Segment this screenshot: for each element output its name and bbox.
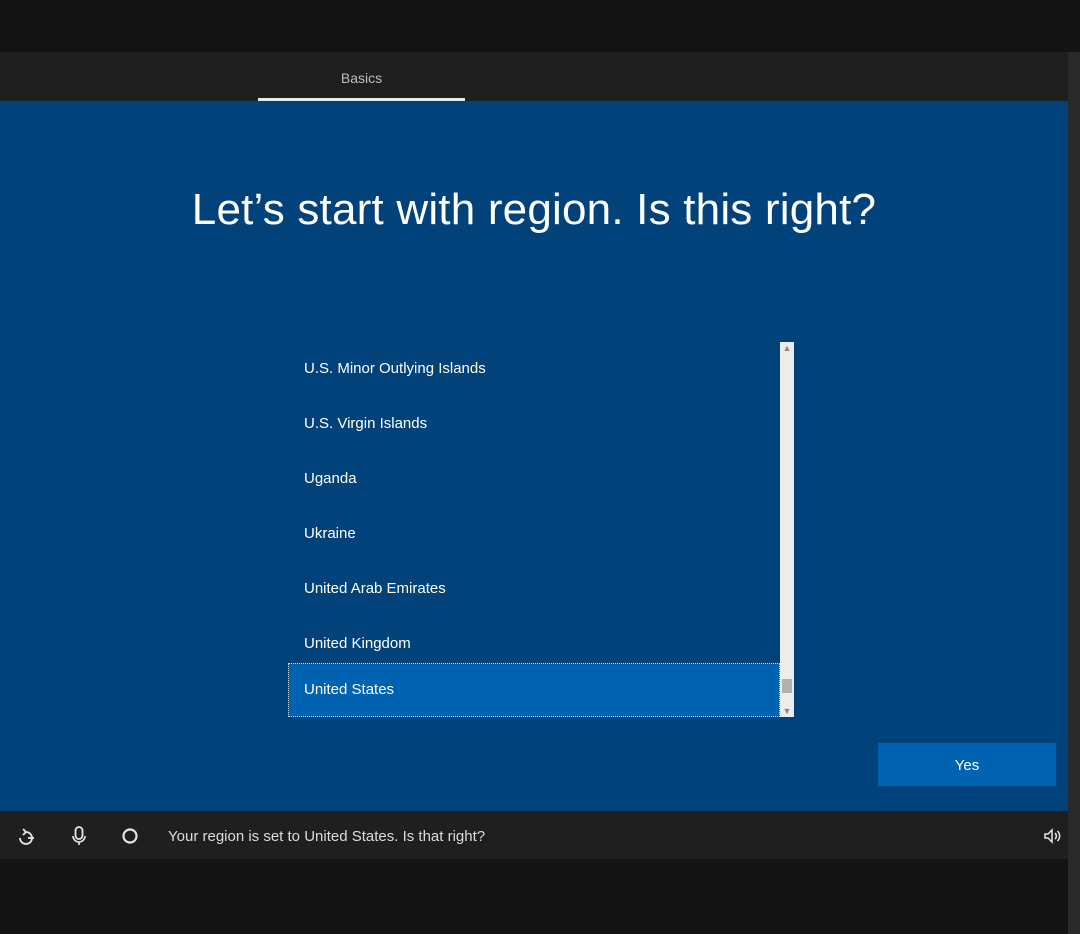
list-item-us-minor-outlying-islands[interactable]: U.S. Minor Outlying Islands xyxy=(288,342,780,396)
tab-basics[interactable]: Basics xyxy=(258,52,465,101)
speaker-volume-icon[interactable] xyxy=(1041,825,1063,847)
scrollbar-thumb[interactable] xyxy=(782,679,792,693)
list-item-united-arab-emirates[interactable]: United Arab Emirates xyxy=(288,562,780,616)
list-item-ukraine[interactable]: Ukraine xyxy=(288,507,780,561)
main-panel: Let’s start with region. Is this right? … xyxy=(0,101,1068,811)
oobe-window: Basics Let’s start with region. Is this … xyxy=(0,0,1080,934)
bottom-bar: Your region is set to United States. Is … xyxy=(0,811,1068,859)
yes-button[interactable]: Yes xyxy=(878,743,1056,786)
cortana-circle-icon[interactable] xyxy=(119,825,141,847)
list-item-us-virgin-islands[interactable]: U.S. Virgin Islands xyxy=(288,397,780,451)
list-item-united-states[interactable]: United States xyxy=(288,663,780,717)
microphone-icon[interactable] xyxy=(68,825,90,847)
window-right-edge xyxy=(1068,52,1080,934)
bottom-border xyxy=(0,859,1068,934)
scroll-up-arrow-icon[interactable]: ▲ xyxy=(780,342,794,354)
tab-bar: Basics xyxy=(0,52,1068,101)
top-border xyxy=(0,0,1080,52)
list-scrollbar[interactable]: ▲ ▼ xyxy=(780,342,794,717)
page-title: Let’s start with region. Is this right? xyxy=(191,185,877,234)
list-item-uganda[interactable]: Uganda xyxy=(288,452,780,506)
status-text: Your region is set to United States. Is … xyxy=(168,828,486,845)
region-list[interactable]: U.S. Minor Outlying Islands U.S. Virgin … xyxy=(288,342,780,717)
ease-of-access-icon[interactable] xyxy=(15,825,37,847)
scroll-down-arrow-icon[interactable]: ▼ xyxy=(780,705,794,717)
